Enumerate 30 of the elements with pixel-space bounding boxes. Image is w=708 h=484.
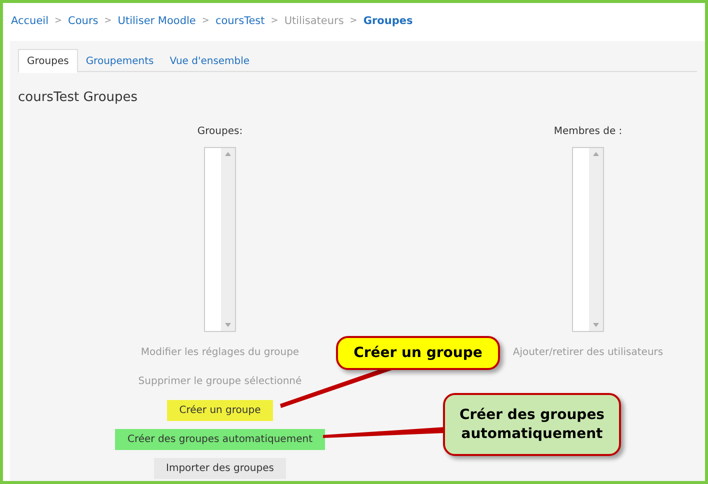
action-button[interactable]: Créer un groupe [167,400,273,420]
column-label: Membres de : [554,124,622,138]
tab[interactable]: Groupes [18,49,78,73]
breadcrumb-link[interactable]: Utilisateurs [284,14,344,30]
breadcrumb-link[interactable]: Utiliser Moodle [118,14,196,30]
breadcrumb-separator: > [270,15,278,28]
scroll-down-icon[interactable] [225,322,231,326]
breadcrumb-separator: > [104,15,112,28]
breadcrumb-separator: > [54,15,62,28]
scroll-down-icon[interactable] [593,322,599,326]
breadcrumb-link[interactable]: Accueil [11,14,48,30]
callout-bubble: Créer un groupe [336,336,500,370]
action-button[interactable]: Créer des groupes automatiquement [115,428,324,450]
breadcrumb-link[interactable]: coursTest [215,14,265,30]
action-button[interactable]: Importer des groupes [154,458,286,478]
breadcrumb-separator: > [202,15,210,28]
list-box[interactable] [204,146,236,332]
scrollbar[interactable] [589,148,603,330]
callout-bubble: Créer des groupes automatiquement [443,393,621,456]
page-heading: coursTest Groupes [18,89,139,107]
column-label: Groupes: [197,124,243,138]
list-box[interactable] [572,146,604,332]
breadcrumb-link[interactable]: Cours [68,14,98,30]
tab[interactable]: Groupements [78,49,162,73]
breadcrumb-separator: > [350,15,358,28]
breadcrumb-link[interactable]: Groupes [363,14,413,30]
scroll-up-icon[interactable] [225,152,231,156]
scroll-up-icon[interactable] [593,152,599,156]
tab[interactable]: Vue d'ensemble [162,49,258,73]
scrollbar[interactable] [221,148,235,330]
